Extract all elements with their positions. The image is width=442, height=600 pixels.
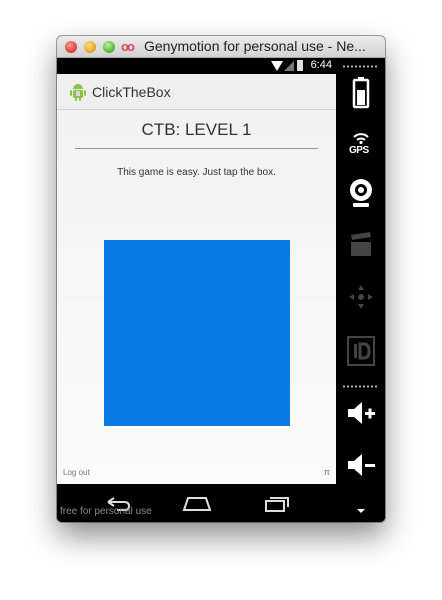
window-title: Genymotion for personal use - Ne... — [144, 38, 366, 54]
level-title: CTB: LEVEL 1 — [141, 120, 252, 139]
logout-link[interactable]: Log out — [63, 468, 90, 477]
video-capture-icon[interactable] — [345, 228, 377, 262]
emulator-window: oo Genymotion for personal use - Ne... 6… — [57, 36, 385, 522]
home-icon[interactable] — [180, 492, 214, 514]
camera-icon[interactable] — [345, 176, 377, 210]
action-bar: ClickTheBox — [57, 74, 336, 110]
genymotion-logo-icon: oo — [121, 39, 135, 54]
recent-apps-icon[interactable] — [260, 492, 294, 514]
panel-divider-bottom — [342, 384, 378, 389]
signal-icon — [284, 61, 294, 71]
battery-icon — [297, 60, 303, 71]
zoom-icon[interactable] — [103, 41, 115, 53]
volume-down-icon[interactable] — [345, 448, 377, 482]
emulator-sidepanel: GPS — [336, 58, 385, 522]
pi-link[interactable]: π — [324, 467, 330, 477]
gps-label: GPS — [349, 145, 369, 156]
target-box[interactable] — [104, 240, 290, 426]
scroll-down-icon[interactable] — [345, 498, 377, 518]
panel-divider-top — [342, 64, 378, 69]
status-time: 6:44 — [310, 59, 332, 71]
id-icon[interactable] — [345, 334, 377, 368]
app-name: ClickTheBox — [92, 84, 171, 100]
minimize-icon[interactable] — [84, 41, 96, 53]
gps-icon[interactable]: GPS — [345, 128, 377, 162]
android-app-icon — [70, 84, 86, 101]
wifi-icon — [271, 61, 283, 71]
instructions-text: This game is easy. Just tap the box. — [117, 167, 276, 178]
status-bar: 6:44 — [57, 58, 336, 74]
battery-icon[interactable] — [345, 76, 377, 110]
dpad-icon[interactable] — [345, 280, 377, 314]
close-icon[interactable] — [65, 41, 77, 53]
volume-up-icon[interactable] — [345, 396, 377, 430]
game-content: CTB: LEVEL 1 This game is easy. Just tap… — [57, 110, 336, 484]
watermark: free for personal use — [60, 506, 152, 517]
window-titlebar[interactable]: oo Genymotion for personal use - Ne... — [57, 36, 385, 58]
navigation-bar: free for personal use — [57, 484, 336, 522]
gps-signal-icon — [353, 133, 369, 145]
title-divider — [75, 148, 318, 149]
device-screen: 6:44 ClickTheBox CTB: LEVEL 1 This game … — [57, 58, 336, 484]
